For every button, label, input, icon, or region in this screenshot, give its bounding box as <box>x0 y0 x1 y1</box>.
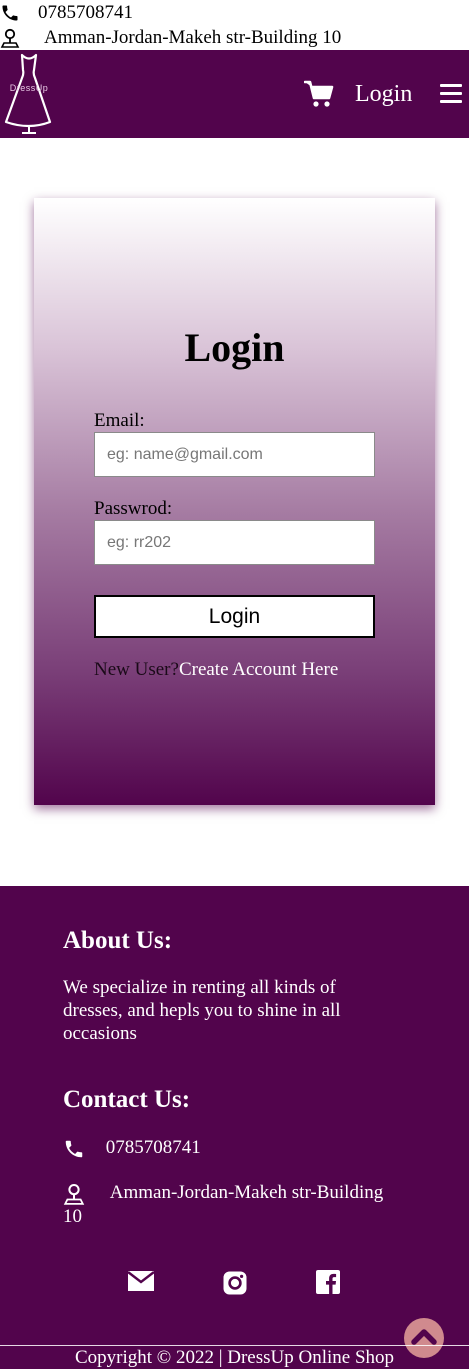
copyright-text: Copyright © 2022 | DressUp Online Shop <box>74 1347 395 1368</box>
footer-phone-number: 0785708741 <box>105 1137 201 1158</box>
email-icon[interactable] <box>127 1270 155 1297</box>
site-footer: About Us: We specialize in renting all k… <box>0 886 469 1369</box>
contact-heading: Contact Us: <box>63 1086 191 1113</box>
hamburger-menu-icon[interactable] <box>440 84 462 104</box>
cart-icon[interactable] <box>303 80 334 113</box>
footer-address-text: Amman-Jordan-Makeh str-Building 10 <box>63 1182 384 1227</box>
phone-icon <box>63 1137 90 1158</box>
about-text: We specialize in renting all kinds of dr… <box>63 977 341 1044</box>
top-address-line: Amman-Jordan-Makeh str-Building 10 <box>0 28 341 48</box>
email-label: Email: <box>94 410 145 431</box>
location-pin-icon <box>63 1182 90 1205</box>
top-address-text: Amman-Jordan-Makeh str-Building 10 <box>44 27 342 48</box>
new-user-text: New User? <box>94 659 179 680</box>
create-account-link[interactable]: Create Account Here <box>179 659 338 680</box>
location-pin-icon <box>0 28 20 48</box>
footer-address-line: Amman-Jordan-Makeh str-Building 10 <box>63 1181 403 1228</box>
email-field[interactable] <box>94 432 375 477</box>
top-phone-number: 0785708741 <box>38 2 133 23</box>
password-field[interactable] <box>94 520 375 565</box>
facebook-icon[interactable] <box>316 1270 340 1299</box>
top-phone-line: 0785708741 <box>0 3 133 23</box>
login-submit-button[interactable]: Login <box>94 595 375 638</box>
top-info-bar: 0785708741 Amman-Jordan-Makeh str-Buildi… <box>0 0 469 50</box>
password-label: Passwrod: <box>94 498 173 519</box>
footer-phone-line: 0785708741 <box>63 1136 201 1160</box>
login-card: Login Email: Passwrod: Login New User?Cr… <box>34 198 435 805</box>
login-title: Login <box>184 325 285 370</box>
dressup-logo[interactable]: DressUp <box>0 52 58 136</box>
about-heading: About Us: <box>63 927 173 954</box>
instagram-icon[interactable] <box>222 1270 248 1301</box>
signup-prompt: New User?Create Account Here <box>94 659 338 681</box>
svg-text:DressUp: DressUp <box>10 83 49 93</box>
phone-icon <box>0 3 20 23</box>
nav-login-link[interactable]: Login <box>355 80 412 108</box>
